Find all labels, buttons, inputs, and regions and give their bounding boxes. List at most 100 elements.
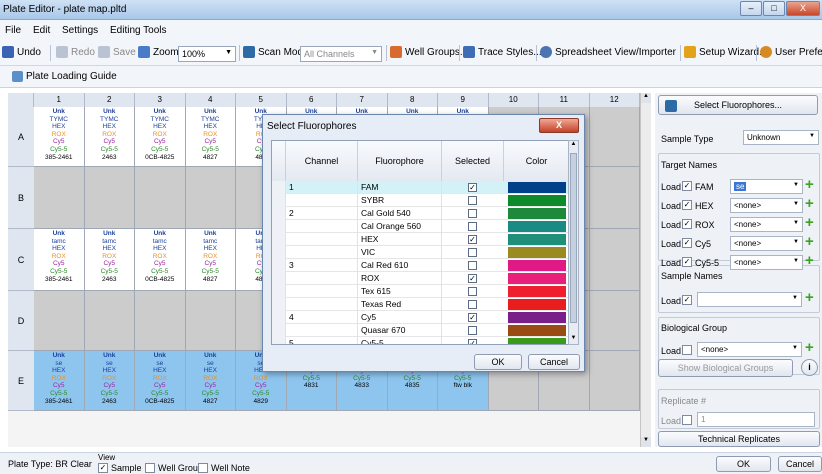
fluorophore-row[interactable]: 4 Cy5 ✓ bbox=[272, 311, 568, 324]
scroll-down-icon[interactable]: ▼ bbox=[569, 335, 578, 344]
menu-settings[interactable]: Settings bbox=[62, 25, 98, 36]
add-bio-group-icon[interactable]: + bbox=[805, 339, 814, 356]
plate-well[interactable]: Unk tamc HEX ROX Cy5 Cy5-5 2463 bbox=[84, 229, 135, 291]
plate-well[interactable]: Unk tamc HEX ROX Cy5 Cy5-5 4827 bbox=[185, 229, 236, 291]
replicate-load-checkbox[interactable] bbox=[682, 415, 692, 425]
plate-well[interactable]: Unk se HEX ROX Cy5 Cy5-5 4827 bbox=[185, 351, 236, 411]
row-header-cell[interactable] bbox=[272, 259, 286, 272]
color-swatch[interactable] bbox=[508, 286, 566, 297]
fluorophore-row[interactable]: ROX ✓ bbox=[272, 272, 568, 285]
column-header[interactable]: 3 bbox=[135, 93, 186, 107]
channel-header[interactable]: Channel bbox=[286, 141, 358, 181]
selected-checkbox[interactable] bbox=[468, 222, 477, 231]
selected-checkbox[interactable]: ✓ bbox=[468, 339, 477, 344]
sample-type-select[interactable]: Unknown ▼ bbox=[743, 130, 819, 145]
color-swatch[interactable] bbox=[508, 273, 566, 284]
row-header-cell[interactable] bbox=[272, 298, 286, 311]
row-header-cell[interactable] bbox=[272, 285, 286, 298]
fluorophore-row[interactable]: Tex 615 bbox=[272, 285, 568, 298]
plate-well[interactable] bbox=[589, 167, 640, 229]
target-load-checkbox[interactable]: ✓ bbox=[682, 257, 692, 267]
color-swatch[interactable] bbox=[508, 221, 566, 232]
column-header[interactable]: 6 bbox=[286, 93, 337, 107]
fluorophore-row[interactable]: VIC bbox=[272, 246, 568, 259]
zoom-select[interactable]: 100% ▼ bbox=[178, 46, 236, 62]
fluorophore-header[interactable]: Fluorophore bbox=[358, 141, 442, 181]
plate-loading-guide-button[interactable]: Plate Loading Guide bbox=[12, 71, 117, 82]
plate-well[interactable] bbox=[589, 291, 640, 351]
row-header-cell[interactable] bbox=[272, 181, 286, 194]
column-header[interactable]: 5 bbox=[236, 93, 287, 107]
color-swatch[interactable] bbox=[508, 182, 566, 193]
target-name-select[interactable]: <none> ▼ bbox=[730, 236, 803, 251]
scroll-up-icon[interactable]: ▲ bbox=[569, 141, 578, 150]
column-header[interactable]: 7 bbox=[337, 93, 388, 107]
corner-header[interactable] bbox=[8, 93, 34, 107]
row-header[interactable]: D bbox=[8, 291, 34, 351]
row-header[interactable]: A bbox=[8, 107, 34, 167]
plate-well[interactable] bbox=[84, 167, 135, 229]
select-fluorophores-button[interactable]: Select Fluorophores... bbox=[658, 95, 818, 115]
fluorophore-row[interactable]: Cal Orange 560 bbox=[272, 220, 568, 233]
column-header[interactable]: 12 bbox=[589, 93, 640, 107]
undo-button[interactable]: Undo bbox=[2, 46, 41, 58]
color-header[interactable]: Color bbox=[504, 141, 568, 181]
plate-well[interactable]: Unk se HEX ROX Cy5 Cy5-5 2463 bbox=[84, 351, 135, 411]
plate-well[interactable]: Unk tamc HEX ROX Cy5 Cy5-5 385-2461 bbox=[34, 229, 85, 291]
color-swatch[interactable] bbox=[508, 338, 566, 344]
close-button[interactable]: X bbox=[786, 1, 820, 16]
row-header-cell[interactable] bbox=[272, 311, 286, 324]
column-header[interactable]: 1 bbox=[34, 93, 85, 107]
redo-button[interactable]: Redo bbox=[56, 46, 95, 58]
selected-checkbox[interactable]: ✓ bbox=[468, 235, 477, 244]
row-header[interactable]: E bbox=[8, 351, 34, 411]
replicate-input[interactable]: 1 bbox=[697, 412, 815, 427]
row-header-cell[interactable] bbox=[272, 194, 286, 207]
plate-well[interactable] bbox=[135, 291, 186, 351]
add-target-icon[interactable]: + bbox=[805, 252, 814, 269]
plate-well[interactable] bbox=[589, 351, 640, 411]
plate-well[interactable] bbox=[185, 167, 236, 229]
column-header[interactable]: 9 bbox=[438, 93, 489, 107]
plate-well[interactable]: Unk TYMC HEX ROX Cy5 Cy5-5 385-2461 bbox=[34, 107, 85, 167]
column-header[interactable]: 2 bbox=[84, 93, 135, 107]
color-swatch[interactable] bbox=[508, 312, 566, 323]
plate-well[interactable]: Unk se HEX ROX Cy5 Cy5-5 0CB-4825 bbox=[135, 351, 186, 411]
fluorophore-row[interactable]: 3 Cal Red 610 bbox=[272, 259, 568, 272]
color-swatch[interactable] bbox=[508, 195, 566, 206]
plate-well[interactable]: Unk tamc HEX ROX Cy5 Cy5-5 0CB-4825 bbox=[135, 229, 186, 291]
row-header-cell[interactable] bbox=[272, 272, 286, 285]
selected-checkbox[interactable] bbox=[468, 209, 477, 218]
plate-well[interactable] bbox=[34, 167, 85, 229]
menu-edit[interactable]: Edit bbox=[33, 25, 50, 36]
add-target-icon[interactable]: + bbox=[805, 176, 814, 193]
scroll-down-icon[interactable]: ▼ bbox=[641, 437, 651, 447]
color-swatch[interactable] bbox=[508, 208, 566, 219]
view-sample-checkbox[interactable]: ✓ bbox=[98, 463, 108, 473]
fluorophore-row[interactable]: HEX ✓ bbox=[272, 233, 568, 246]
maximize-button[interactable]: □ bbox=[763, 1, 785, 16]
plate-well[interactable]: Unk TYMC HEX ROX Cy5 Cy5-5 2463 bbox=[84, 107, 135, 167]
plate-well[interactable] bbox=[135, 167, 186, 229]
color-swatch[interactable] bbox=[508, 247, 566, 258]
plate-well[interactable] bbox=[185, 291, 236, 351]
selected-checkbox[interactable]: ✓ bbox=[468, 274, 477, 283]
target-name-select[interactable]: se ▼ bbox=[730, 179, 803, 194]
add-target-icon[interactable]: + bbox=[805, 214, 814, 231]
dialog-close-button[interactable]: X bbox=[539, 118, 579, 133]
plate-well[interactable] bbox=[84, 291, 135, 351]
show-biological-groups-button[interactable]: Show Biological Groups bbox=[658, 359, 793, 377]
selected-checkbox[interactable] bbox=[468, 248, 477, 257]
selected-checkbox[interactable]: ✓ bbox=[468, 183, 477, 192]
dialog-ok-button[interactable]: OK bbox=[474, 354, 522, 370]
ok-button[interactable]: OK bbox=[716, 456, 771, 472]
fluorophore-row[interactable]: 1 FAM ✓ bbox=[272, 181, 568, 194]
menu-editing-tools[interactable]: Editing Tools bbox=[110, 25, 167, 36]
color-swatch[interactable] bbox=[508, 260, 566, 271]
fluorophore-scrollbar[interactable]: ▲ ▼ bbox=[568, 140, 579, 345]
row-header-cell[interactable] bbox=[272, 246, 286, 259]
row-header-cell[interactable] bbox=[272, 207, 286, 220]
fluorophore-row[interactable]: Texas Red bbox=[272, 298, 568, 311]
view-well-group-checkbox[interactable] bbox=[145, 463, 155, 473]
plate-scrollbar[interactable]: ▲ ▼ bbox=[640, 93, 651, 447]
